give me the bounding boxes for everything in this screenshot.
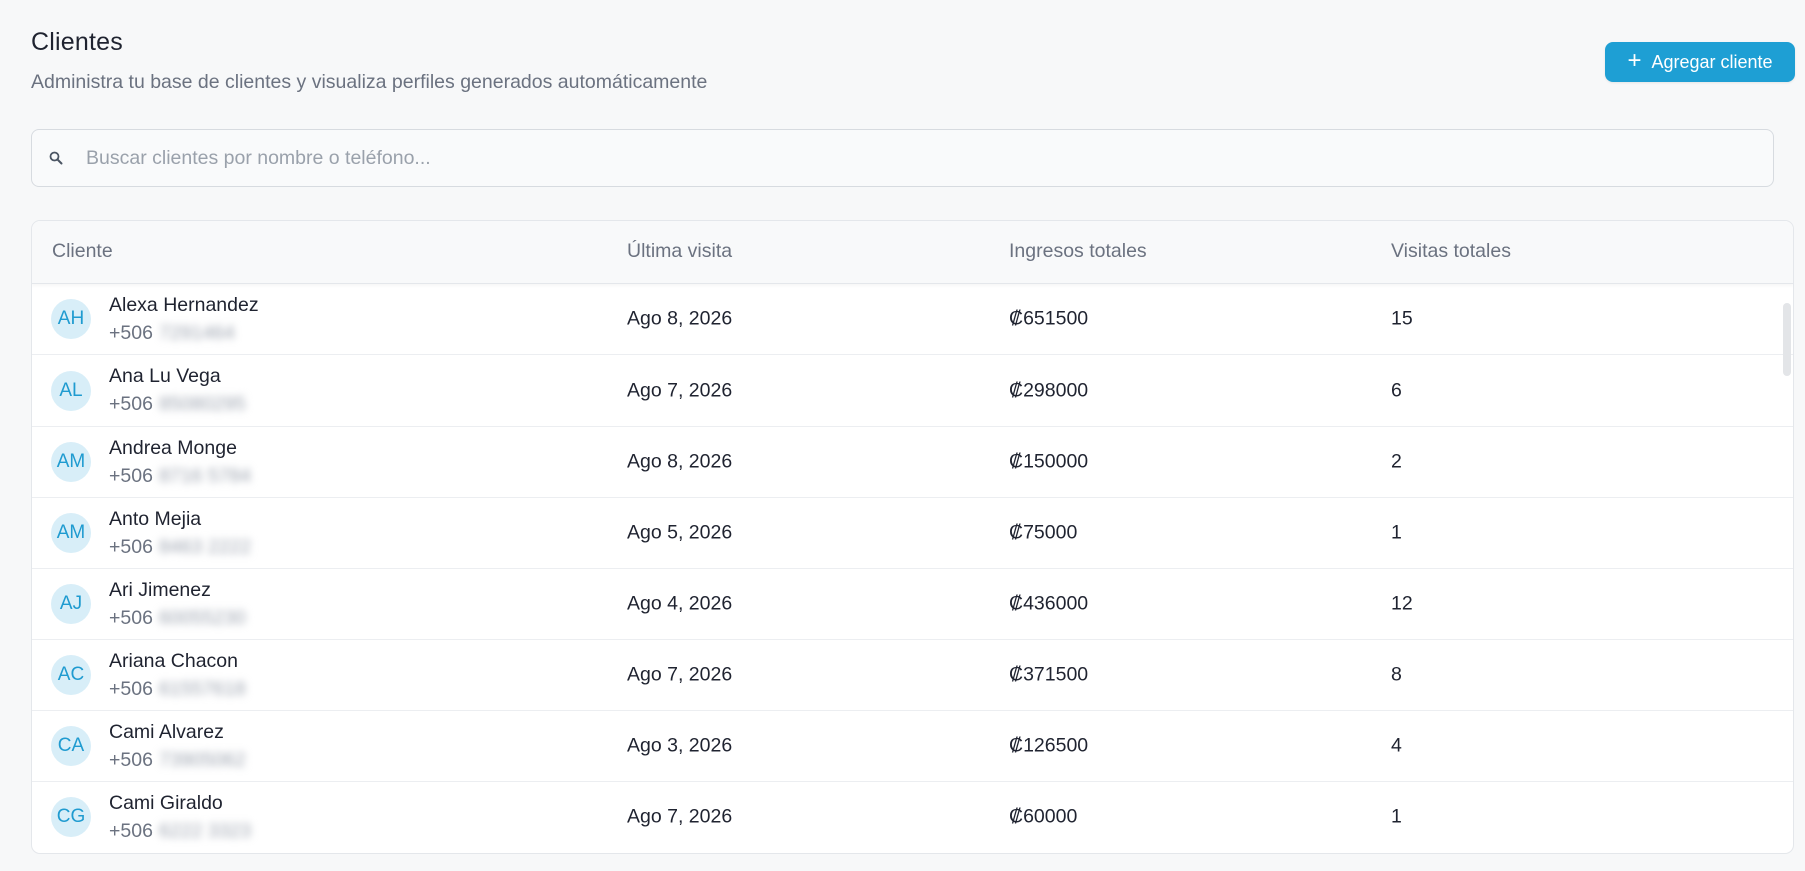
column-header-ultima-visita[interactable]: Última visita bbox=[627, 240, 732, 263]
total-visits: 12 bbox=[1391, 592, 1413, 615]
last-visit: Ago 3, 2026 bbox=[627, 734, 733, 757]
total-visits: 4 bbox=[1391, 734, 1402, 757]
total-income: ₡60000 bbox=[1009, 805, 1078, 828]
phone-number-blurred: 73905062 bbox=[158, 749, 246, 771]
phone-number-blurred: 8716 5784 bbox=[158, 465, 252, 487]
total-income: ₡150000 bbox=[1009, 450, 1089, 473]
last-visit: Ago 8, 2026 bbox=[627, 307, 733, 330]
table-body: AH Alexa Hernandez +506 7291464 Ago 8, 20… bbox=[32, 284, 1793, 852]
client-phone: +506 60055230 bbox=[109, 607, 246, 630]
search-icon bbox=[47, 149, 65, 167]
phone-number-blurred: 61557618 bbox=[158, 678, 246, 700]
client-phone: +506 7291464 bbox=[109, 322, 235, 345]
plus-icon: + bbox=[1627, 47, 1642, 74]
phone-prefix: +506 bbox=[109, 820, 153, 842]
phone-prefix: +506 bbox=[109, 678, 153, 700]
table-header: Cliente Última visita Ingresos totales V… bbox=[32, 221, 1793, 284]
phone-prefix: +506 bbox=[109, 322, 153, 344]
client-phone: +506 73905062 bbox=[109, 749, 246, 772]
page-subtitle: Administra tu base de clientes y visuali… bbox=[31, 71, 708, 93]
page-title: Clientes bbox=[31, 28, 123, 56]
last-visit: Ago 8, 2026 bbox=[627, 450, 733, 473]
column-header-cliente[interactable]: Cliente bbox=[52, 240, 113, 263]
table-row[interactable]: CG Cami Giraldo +506 6222 3323 Ago 7, 202… bbox=[32, 782, 1793, 852]
client-phone: +506 85080295 bbox=[109, 393, 246, 416]
client-name: Alexa Hernandez bbox=[109, 294, 259, 316]
clients-table: Cliente Última visita Ingresos totales V… bbox=[31, 220, 1794, 854]
phone-prefix: +506 bbox=[109, 607, 153, 629]
last-visit: Ago 4, 2026 bbox=[627, 592, 733, 615]
avatar: AL bbox=[51, 370, 91, 411]
table-row[interactable]: AM Anto Mejia +506 8463 2222 Ago 5, 2026 … bbox=[32, 498, 1793, 569]
table-row[interactable]: AL Ana Lu Vega +506 85080295 Ago 7, 2026 … bbox=[32, 355, 1793, 427]
table-row[interactable]: CA Cami Alvarez +506 73905062 Ago 3, 2026… bbox=[32, 711, 1793, 782]
column-header-visitas-totales[interactable]: Visitas totales bbox=[1391, 240, 1511, 263]
client-name: Cami Alvarez bbox=[109, 721, 224, 743]
phone-number-blurred: 6222 3323 bbox=[158, 820, 252, 842]
total-income: ₡436000 bbox=[1009, 592, 1089, 615]
avatar: CA bbox=[51, 726, 91, 766]
add-client-button[interactable]: + Agregar cliente bbox=[1605, 42, 1795, 82]
client-name: Andrea Monge bbox=[109, 437, 237, 459]
client-name: Ana Lu Vega bbox=[109, 365, 221, 387]
phone-number-blurred: 60055230 bbox=[158, 607, 246, 629]
total-visits: 8 bbox=[1391, 663, 1402, 686]
phone-prefix: +506 bbox=[109, 393, 153, 415]
total-visits: 1 bbox=[1391, 521, 1402, 544]
last-visit: Ago 7, 2026 bbox=[627, 805, 733, 828]
client-phone: +506 8463 2222 bbox=[109, 536, 251, 559]
phone-prefix: +506 bbox=[109, 749, 153, 771]
total-visits: 6 bbox=[1391, 379, 1402, 401]
table-row[interactable]: AH Alexa Hernandez +506 7291464 Ago 8, 20… bbox=[32, 284, 1793, 355]
client-name: Cami Giraldo bbox=[109, 792, 223, 814]
phone-number-blurred: 85080295 bbox=[158, 393, 246, 415]
total-income: ₡371500 bbox=[1009, 663, 1089, 686]
total-income: ₡75000 bbox=[1009, 521, 1078, 544]
table-scrollbar[interactable] bbox=[1783, 303, 1791, 376]
add-client-button-label: Agregar cliente bbox=[1651, 51, 1773, 72]
table-row[interactable]: AJ Ari Jimenez +506 60055230 Ago 4, 2026 … bbox=[32, 569, 1793, 640]
avatar: CG bbox=[51, 797, 91, 837]
client-name: Ariana Chacon bbox=[109, 650, 238, 672]
table-row[interactable]: AC Ariana Chacon +506 61557618 Ago 7, 202… bbox=[32, 640, 1793, 711]
total-visits: 2 bbox=[1391, 450, 1402, 473]
search-box[interactable] bbox=[31, 129, 1774, 187]
phone-prefix: +506 bbox=[109, 465, 153, 487]
avatar: AM bbox=[51, 513, 91, 553]
client-name: Ari Jimenez bbox=[109, 579, 211, 601]
phone-number-blurred: 8463 2222 bbox=[158, 536, 252, 558]
client-phone: +506 61557618 bbox=[109, 678, 246, 701]
avatar: AC bbox=[51, 655, 91, 695]
last-visit: Ago 7, 2026 bbox=[627, 379, 733, 401]
avatar: AH bbox=[51, 299, 91, 339]
last-visit: Ago 5, 2026 bbox=[627, 521, 733, 544]
total-visits: 1 bbox=[1391, 805, 1402, 828]
total-income: ₡126500 bbox=[1009, 734, 1089, 757]
client-phone: +506 6222 3323 bbox=[109, 820, 251, 843]
total-income: ₡298000 bbox=[1009, 379, 1089, 401]
column-header-ingresos-totales[interactable]: Ingresos totales bbox=[1009, 240, 1147, 263]
avatar: AJ bbox=[51, 584, 91, 624]
table-row[interactable]: AM Andrea Monge +506 8716 5784 Ago 8, 202… bbox=[32, 427, 1793, 498]
client-phone: +506 8716 5784 bbox=[109, 465, 251, 488]
search-input[interactable] bbox=[84, 145, 1773, 171]
last-visit: Ago 7, 2026 bbox=[627, 663, 733, 686]
phone-prefix: +506 bbox=[109, 536, 153, 558]
total-visits: 15 bbox=[1391, 307, 1413, 330]
total-income: ₡651500 bbox=[1009, 307, 1089, 330]
client-name: Anto Mejia bbox=[109, 508, 202, 530]
avatar: AM bbox=[51, 442, 91, 482]
phone-number-blurred: 7291464 bbox=[158, 322, 235, 344]
